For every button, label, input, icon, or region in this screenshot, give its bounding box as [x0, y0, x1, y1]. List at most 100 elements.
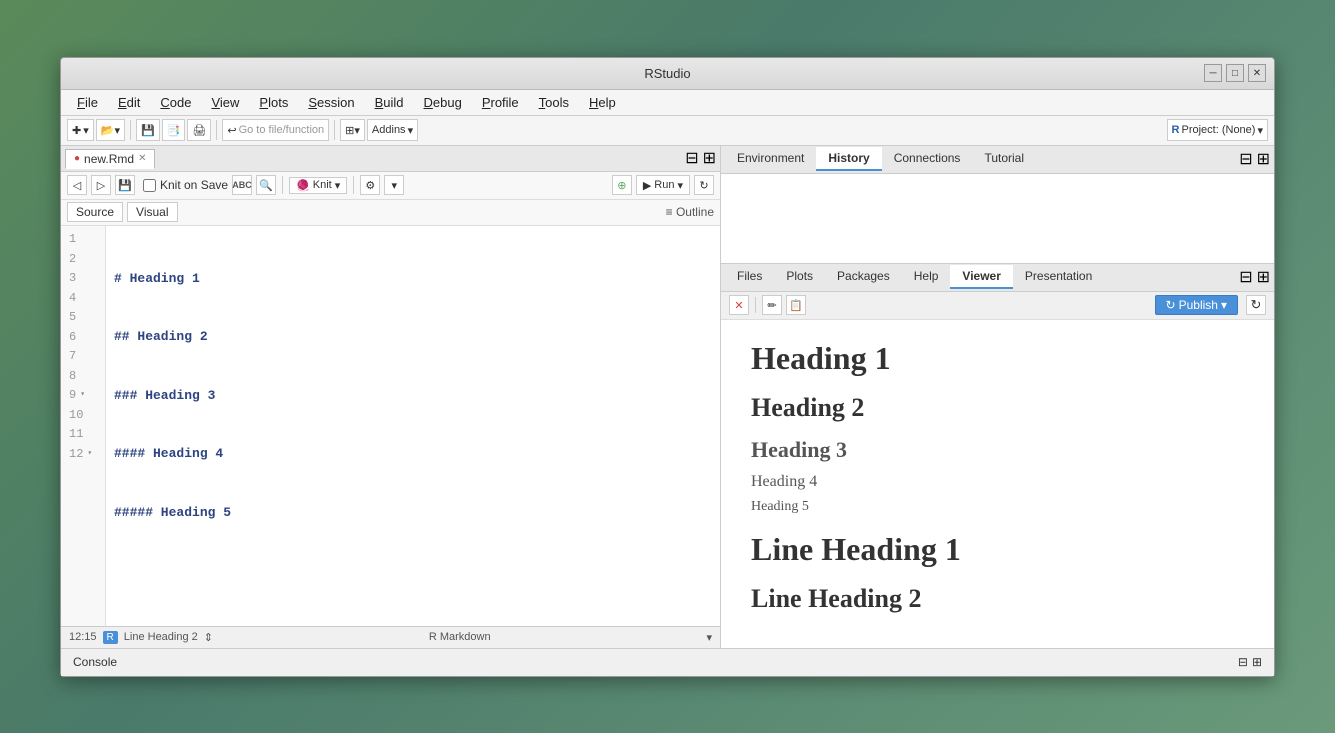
- viewer-refresh-button[interactable]: ↻: [1246, 295, 1266, 315]
- project-button[interactable]: R Project: (None) ▾: [1167, 119, 1268, 141]
- tab-presentation[interactable]: Presentation: [1013, 265, 1104, 289]
- cursor-position: 12:15: [69, 631, 97, 643]
- viewer-brush-button[interactable]: ✏: [762, 295, 782, 315]
- menu-help[interactable]: Help: [581, 93, 624, 112]
- publish-button[interactable]: ↻ Publish ▾: [1155, 295, 1238, 315]
- files-panel-controls: ⊟ ⊞: [1239, 267, 1270, 287]
- spell-check-button[interactable]: ABC: [232, 175, 252, 195]
- ln-6: 6: [69, 327, 97, 347]
- env-maximize-icon[interactable]: ⊞: [1257, 149, 1270, 169]
- environment-panel-tabs: Environment History Connections Tutorial…: [721, 146, 1274, 174]
- source-tab[interactable]: Source: [67, 202, 123, 222]
- menu-profile[interactable]: Profile: [474, 93, 527, 112]
- files-minimize-icon[interactable]: ⊟: [1239, 267, 1252, 287]
- editor-content[interactable]: 1 2 3 4 5 6 7 8 9▾ 10 11 12▾ # Heading 1…: [61, 226, 720, 626]
- publish-arrow: ▾: [1221, 298, 1227, 312]
- editor-maximize-icon[interactable]: ⊞: [703, 148, 716, 168]
- redo-button[interactable]: ▷: [91, 175, 111, 195]
- history-content[interactable]: [721, 174, 1274, 263]
- menu-session[interactable]: Session: [300, 93, 362, 112]
- preview-line-heading-2: Line Heading 2: [751, 584, 1244, 614]
- menu-plots[interactable]: Plots: [251, 93, 296, 112]
- tab-close-button[interactable]: ✕: [138, 153, 146, 164]
- menu-tools[interactable]: Tools: [531, 93, 577, 112]
- rerun-button[interactable]: ↻: [694, 175, 714, 195]
- code-line-4: #### Heading 4: [114, 444, 712, 464]
- menu-file[interactable]: File: [69, 93, 106, 112]
- knit-button[interactable]: 🧶 Knit ▾: [289, 177, 347, 194]
- outline-button[interactable]: ≡ Outline: [666, 205, 714, 219]
- new-file-button[interactable]: ✚ ▾: [67, 119, 94, 141]
- code-area[interactable]: # Heading 1 ## Heading 2 ### Heading 3 #…: [106, 226, 720, 626]
- main-toolbar: ✚ ▾ 📂▾ 💾 📑 🖨 ↩ Go to file/function ⊞▾ Ad…: [61, 116, 1274, 146]
- editor-tab-controls: ⊟ ⊞: [685, 148, 716, 168]
- publish-label: Publish: [1179, 298, 1218, 312]
- open-file-button[interactable]: 📂▾: [96, 119, 125, 141]
- run-label: Run: [654, 179, 674, 191]
- tab-viewer[interactable]: Viewer: [950, 265, 1012, 289]
- add-chunk-button[interactable]: ⊕: [612, 175, 632, 195]
- tab-connections[interactable]: Connections: [882, 147, 973, 171]
- menu-code[interactable]: Code: [152, 93, 199, 112]
- minimize-button[interactable]: ─: [1204, 64, 1222, 82]
- console-maximize-icon[interactable]: ⊞: [1252, 655, 1262, 669]
- editor-minimize-icon[interactable]: ⊟: [685, 148, 698, 168]
- files-maximize-icon[interactable]: ⊞: [1257, 267, 1270, 287]
- editor-status-bar: 12:15 R Line Heading 2 ⇕ R Markdown ▾: [61, 626, 720, 648]
- console-controls: ⊟ ⊞: [1238, 655, 1262, 669]
- workspace-button[interactable]: ⊞▾: [340, 119, 365, 141]
- settings-button[interactable]: ⚙: [360, 175, 380, 195]
- status-dropdown-arrow[interactable]: ⇕: [204, 631, 213, 644]
- ln-2: 2: [69, 249, 97, 269]
- tab-plots[interactable]: Plots: [774, 265, 825, 289]
- insert-button[interactable]: ▾: [384, 175, 404, 195]
- editor-tab-new-rmd[interactable]: ● new.Rmd ✕: [65, 149, 155, 169]
- save-button[interactable]: 💾: [136, 119, 160, 141]
- tab-help[interactable]: Help: [902, 265, 951, 289]
- menu-build[interactable]: Build: [367, 93, 412, 112]
- visual-label: Visual: [136, 205, 168, 219]
- run-button[interactable]: ▶ Run ▾: [636, 175, 690, 195]
- title-bar-controls: ─ □ ✕: [1204, 64, 1266, 82]
- print-button[interactable]: 🖨: [187, 119, 211, 141]
- tab-environment[interactable]: Environment: [725, 147, 816, 171]
- menu-view[interactable]: View: [203, 93, 247, 112]
- status-mode-arrow[interactable]: ▾: [706, 631, 712, 644]
- close-button[interactable]: ✕: [1248, 64, 1266, 82]
- tab-files[interactable]: Files: [725, 265, 774, 289]
- viewer-stop-button[interactable]: ✕: [729, 295, 749, 315]
- goto-input[interactable]: ↩ Go to file/function: [222, 119, 329, 141]
- menu-debug[interactable]: Debug: [416, 93, 470, 112]
- tab-packages[interactable]: Packages: [825, 265, 902, 289]
- ln-11: 11: [69, 425, 97, 445]
- knit-label: Knit: [313, 179, 332, 191]
- undo-button[interactable]: ◁: [67, 175, 87, 195]
- visual-tab[interactable]: Visual: [127, 202, 177, 222]
- main-area: ● new.Rmd ✕ ⊟ ⊞ ◁ ▷ 💾 Knit on Save ABC: [61, 146, 1274, 648]
- env-panel-controls: ⊟ ⊞: [1239, 149, 1270, 169]
- console-minimize-icon[interactable]: ⊟: [1238, 655, 1248, 669]
- knit-arrow: ▾: [335, 179, 341, 192]
- goto-placeholder: Go to file/function: [239, 124, 325, 136]
- knit-on-save-checkbox[interactable]: [143, 179, 156, 192]
- maximize-button[interactable]: □: [1226, 64, 1244, 82]
- env-minimize-icon[interactable]: ⊟: [1239, 149, 1252, 169]
- console-pane: Console ⊟ ⊞: [61, 648, 1274, 676]
- ln-9: 9▾: [69, 386, 97, 406]
- right-top-panel: Environment History Connections Tutorial…: [721, 146, 1274, 264]
- right-pane: Environment History Connections Tutorial…: [721, 146, 1274, 648]
- separator-2: [216, 120, 217, 140]
- addins-button[interactable]: Addins ▾: [367, 119, 418, 141]
- tab-tutorial[interactable]: Tutorial: [972, 147, 1036, 171]
- ln-1: 1: [69, 230, 97, 250]
- separator-3: [334, 120, 335, 140]
- viewer-clipboard-button[interactable]: 📋: [786, 295, 806, 315]
- find-replace-button[interactable]: 🔍: [256, 175, 276, 195]
- save-all-button[interactable]: 📑: [162, 119, 186, 141]
- tab-history[interactable]: History: [816, 147, 881, 171]
- outline-label: Outline: [676, 205, 714, 219]
- preview-heading-3: Heading 3: [751, 437, 1244, 463]
- preview-heading-1: Heading 1: [751, 340, 1244, 377]
- save-editor-button[interactable]: 💾: [115, 175, 135, 195]
- menu-edit[interactable]: Edit: [110, 93, 148, 112]
